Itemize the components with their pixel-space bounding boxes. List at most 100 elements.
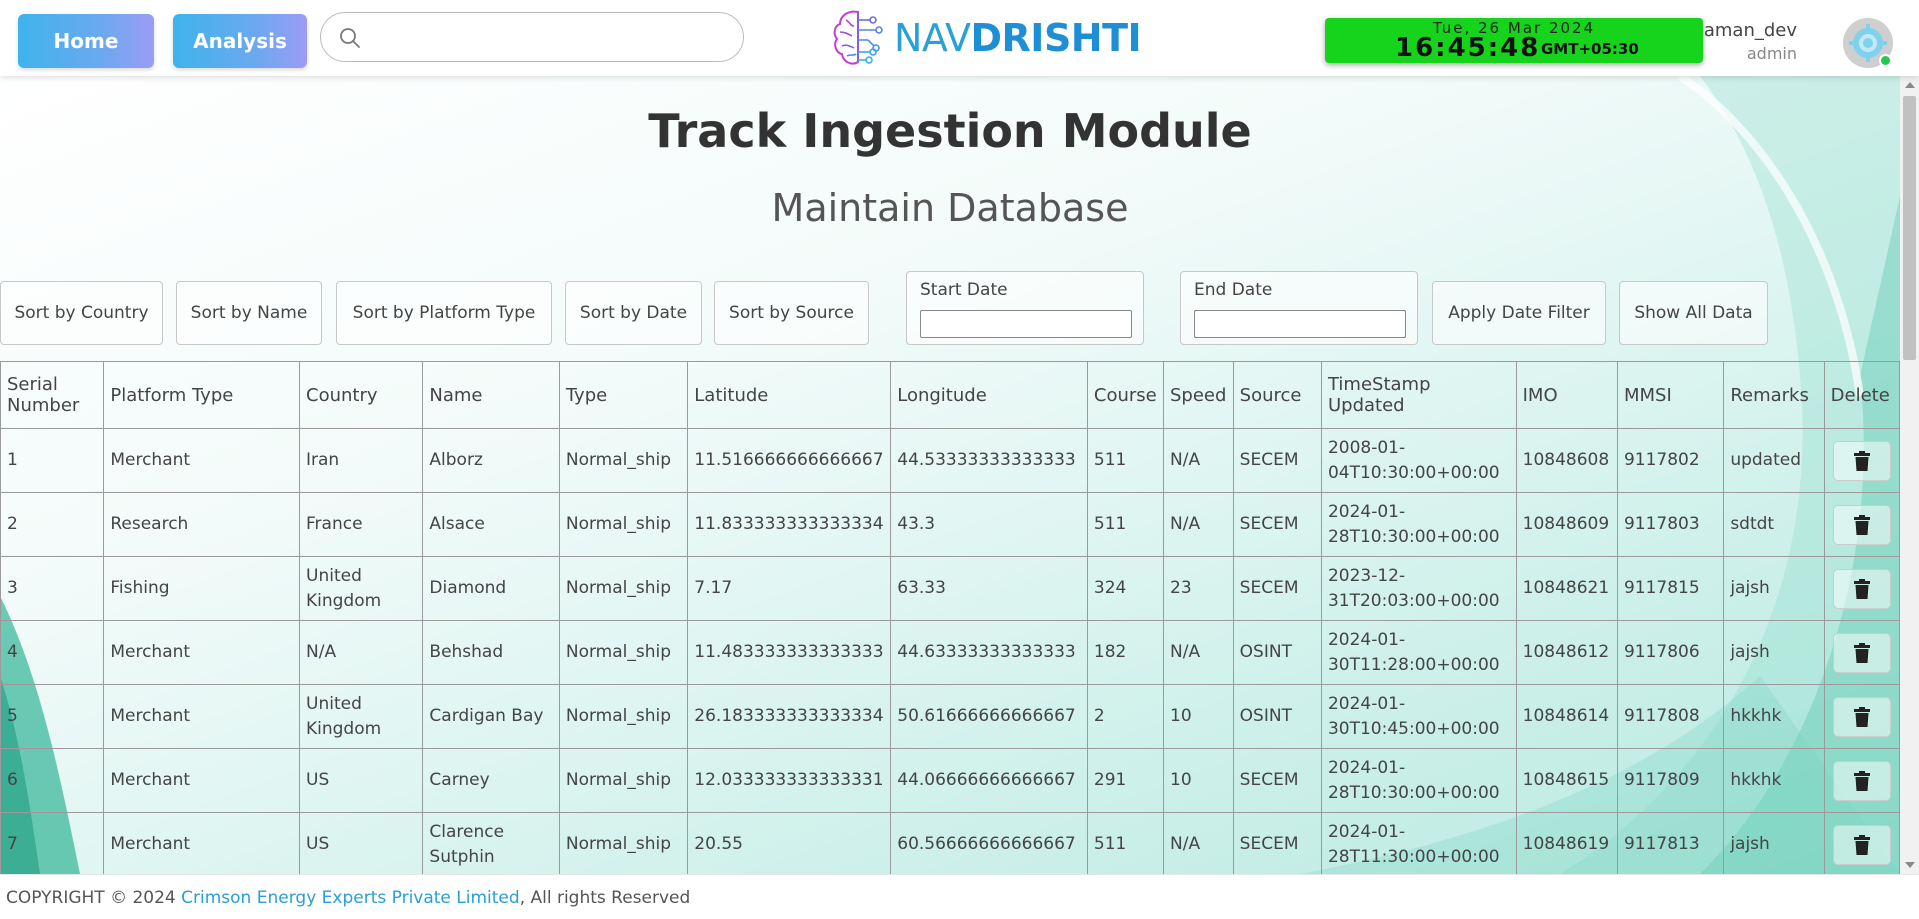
delete-row-button[interactable] <box>1832 568 1891 609</box>
imo-cell: 10848615 <box>1515 748 1618 813</box>
longitude-cell: 63.33 <box>890 556 1088 621</box>
trash-icon <box>1853 834 1870 855</box>
latitude-cell: 20.55 <box>687 812 892 874</box>
latitude-cell: 26.183333333333334 <box>687 684 892 749</box>
home-button[interactable]: Home <box>18 14 154 68</box>
platform-type-cell: Fishing <box>103 556 300 621</box>
column-header[interactable]: Platform Type <box>103 361 300 429</box>
column-header[interactable]: Remarks <box>1723 361 1825 429</box>
sort-by-source-button[interactable]: Sort by Source <box>714 281 869 345</box>
trash-icon <box>1853 450 1870 471</box>
page-subtitle: Maintain Database <box>771 186 1129 230</box>
sort-by-name-button[interactable]: Sort by Name <box>176 281 322 345</box>
column-header: Delete <box>1823 361 1900 429</box>
remarks-cell: jajsh <box>1723 556 1825 621</box>
delete-row-button[interactable] <box>1832 632 1891 673</box>
trash-icon <box>1853 578 1870 599</box>
longitude-cell: 50.61666666666667 <box>890 684 1088 749</box>
rights-text: , All rights Reserved <box>519 888 691 908</box>
speed-cell: N/A <box>1163 620 1234 685</box>
app-logo[interactable]: NAVDRISHTI <box>830 6 1142 70</box>
delete-row-button[interactable] <box>1832 696 1891 737</box>
trash-icon <box>1853 514 1870 535</box>
platform-type-cell: Merchant <box>103 684 300 749</box>
column-header[interactable]: Country <box>298 361 424 429</box>
scroll-up-arrow-icon[interactable] <box>1905 82 1915 88</box>
apply-date-filter-button[interactable]: Apply Date Filter <box>1432 281 1606 345</box>
source-cell: SECEM <box>1232 812 1322 874</box>
column-header[interactable]: Serial Number <box>0 361 105 429</box>
tracks-table: Serial Number Platform Type Country Name… <box>0 361 1900 874</box>
source-cell: OSINT <box>1232 620 1322 685</box>
table-row: 5 Merchant United Kingdom Cardigan Bay Norma… <box>0 684 1900 749</box>
footer: COPYRIGHT © 2024 Crimson Energy Experts … <box>0 874 1919 919</box>
country-cell: N/A <box>298 620 424 685</box>
trash-icon <box>1853 770 1870 791</box>
column-header[interactable]: IMO <box>1515 361 1618 429</box>
analysis-button[interactable]: Analysis <box>173 14 307 68</box>
remarks-cell: jajsh <box>1723 620 1825 685</box>
source-cell: SECEM <box>1232 748 1322 813</box>
column-header[interactable]: MMSI <box>1616 361 1725 429</box>
name-cell: Carney <box>422 748 560 813</box>
column-header[interactable]: Source <box>1232 361 1322 429</box>
serial-number-cell: 3 <box>0 556 105 621</box>
start-date-input[interactable] <box>920 310 1132 338</box>
delete-row-button[interactable] <box>1832 760 1891 801</box>
delete-cell <box>1823 748 1900 813</box>
platform-type-cell: Merchant <box>103 812 300 874</box>
type-cell: Normal_ship <box>558 428 689 493</box>
imo-cell: 10848608 <box>1515 428 1618 493</box>
remarks-cell: jajsh <box>1723 812 1825 874</box>
sort-by-country-button[interactable]: Sort by Country <box>0 281 163 345</box>
serial-number-cell: 7 <box>0 812 105 874</box>
course-cell: 2 <box>1086 684 1165 749</box>
app-logo-text: NAVDRISHTI <box>894 16 1142 60</box>
online-status-dot <box>1879 54 1892 67</box>
longitude-cell: 43.3 <box>890 492 1088 557</box>
show-all-data-button[interactable]: Show All Data <box>1619 281 1768 345</box>
sort-by-date-button[interactable]: Sort by Date <box>565 281 702 345</box>
search-input[interactable] <box>373 21 723 53</box>
copyright-text: COPYRIGHT © 2024 <box>6 888 182 908</box>
column-header[interactable]: Latitude <box>687 361 892 429</box>
speed-cell: 23 <box>1163 556 1234 621</box>
end-date-input[interactable] <box>1194 310 1406 338</box>
delete-cell <box>1823 428 1900 493</box>
vertical-scrollbar[interactable] <box>1900 76 1919 874</box>
name-cell: Cardigan Bay <box>422 684 560 749</box>
search-bar[interactable] <box>320 12 744 62</box>
timestamp-cell: 2024-01-30T11:28:00+00:00 <box>1320 620 1517 685</box>
delete-row-button[interactable] <box>1832 504 1891 545</box>
latitude-cell: 7.17 <box>687 556 892 621</box>
trash-icon <box>1853 706 1870 727</box>
type-cell: Normal_ship <box>558 620 689 685</box>
type-cell: Normal_ship <box>558 556 689 621</box>
source-cell: OSINT <box>1232 684 1322 749</box>
digital-clock: Tue, 26 Mar 2024 16:45:48 GMT+05:30 <box>1325 18 1703 63</box>
latitude-cell: 11.516666666666667 <box>687 428 892 493</box>
sort-by-platform-type-button[interactable]: Sort by Platform Type <box>336 281 552 345</box>
speed-cell: 10 <box>1163 684 1234 749</box>
column-header[interactable]: Longitude <box>890 361 1088 429</box>
latitude-cell: 11.483333333333333 <box>687 620 892 685</box>
country-cell: France <box>298 492 424 557</box>
mmsi-cell: 9117808 <box>1616 684 1725 749</box>
country-cell: United Kingdom <box>298 684 424 749</box>
column-header[interactable]: Type <box>558 361 689 429</box>
source-cell: SECEM <box>1232 556 1322 621</box>
end-date-label: End Date <box>1194 280 1273 300</box>
serial-number-cell: 6 <box>0 748 105 813</box>
latitude-cell: 11.833333333333334 <box>687 492 892 557</box>
scrollbar-thumb[interactable] <box>1903 96 1916 360</box>
delete-row-button[interactable] <box>1832 440 1891 481</box>
longitude-cell: 44.63333333333333 <box>890 620 1088 685</box>
company-link[interactable]: Crimson Energy Experts Private Limited <box>181 888 520 908</box>
scroll-down-arrow-icon[interactable] <box>1905 862 1915 868</box>
column-header[interactable]: Speed <box>1163 361 1234 429</box>
column-header[interactable]: Name <box>422 361 560 429</box>
column-header[interactable]: Course <box>1086 361 1165 429</box>
delete-row-button[interactable] <box>1832 824 1891 865</box>
source-cell: SECEM <box>1232 428 1322 493</box>
column-header[interactable]: TimeStamp Updated <box>1320 361 1517 429</box>
